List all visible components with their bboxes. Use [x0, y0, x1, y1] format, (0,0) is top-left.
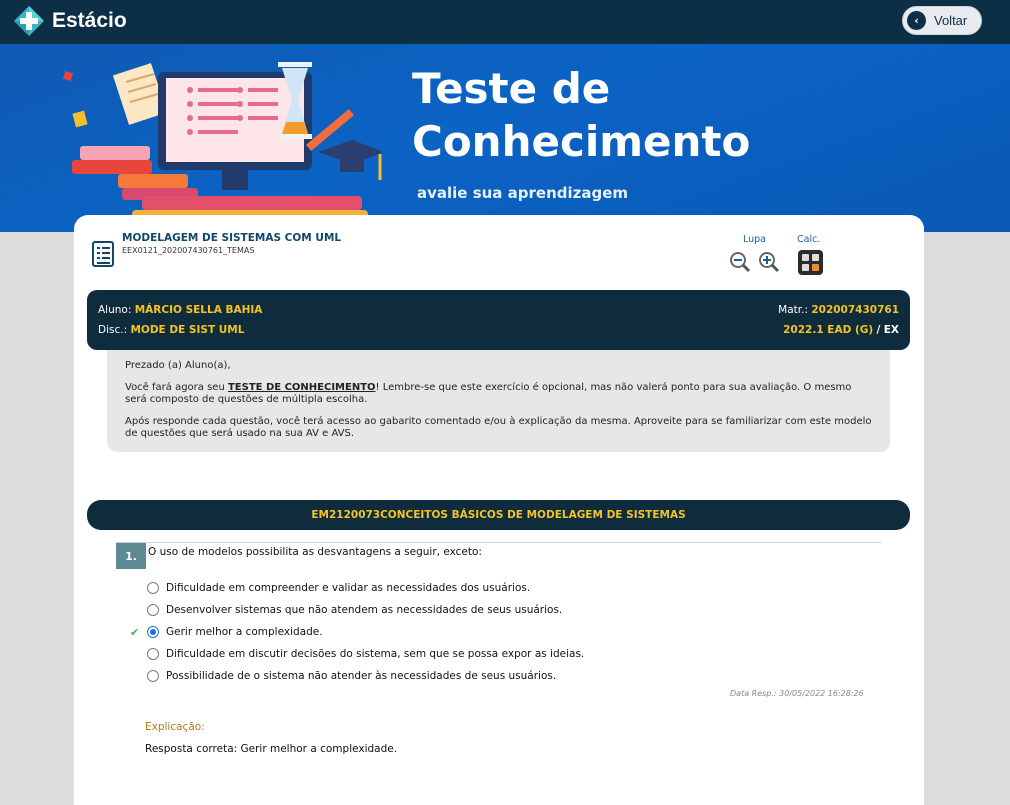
brand-logo[interactable]: Estácio	[13, 5, 127, 37]
option-label: Dificuldade em discutir decisões do sist…	[166, 648, 585, 660]
option-5[interactable]: Possibilidade de o sistema não atender à…	[130, 668, 690, 684]
matricula-row: Matr.: 202007430761	[778, 304, 899, 316]
brand-name: Estácio	[52, 9, 127, 32]
discipline-name: MODE DE SIST UML	[130, 324, 245, 336]
option-4[interactable]: Dificuldade em discutir decisões do sist…	[130, 646, 690, 662]
lupa-label: Lupa	[743, 234, 766, 245]
hero-title: Teste de Conhecimento	[412, 62, 750, 168]
discipline-row: Disc.: MODE DE SIST UML	[98, 324, 244, 336]
option-label: Desenvolver sistemas que não atendem as …	[166, 604, 563, 616]
radio-button[interactable]	[147, 582, 159, 594]
student-name-row: Aluno: MÁRCIO SELLA BAHIA	[98, 304, 262, 316]
course-code: EEX0121_202007430761_TEMAS	[122, 246, 255, 255]
back-button-label: Voltar	[934, 13, 968, 28]
notice-paragraph-1: Você fará agora seu TESTE DE CONHECIMENT…	[125, 382, 872, 406]
radio-button-selected[interactable]	[147, 626, 159, 638]
course-title: MODELAGEM DE SISTEMAS COM UML	[122, 232, 342, 244]
zoom-out-icon[interactable]	[729, 251, 751, 273]
option-label: Possibilidade de o sistema não atender à…	[166, 670, 557, 682]
calc-label: Calc.	[797, 234, 821, 245]
back-button[interactable]: ‹ Voltar	[902, 6, 982, 35]
calculator-icon[interactable]	[798, 250, 823, 275]
matricula-value: 202007430761	[811, 304, 899, 316]
student-info-bar: Aluno: MÁRCIO SELLA BAHIA Disc.: MODE DE…	[87, 290, 910, 350]
response-timestamp: Data Resp.: 30/05/2022 16:28:26	[730, 689, 864, 698]
top-bar: Estácio ‹ Voltar	[0, 0, 1010, 44]
notice-p1-start: Você fará agora seu	[125, 382, 228, 393]
notice-greeting: Prezado (a) Aluno(a),	[125, 360, 231, 371]
hero-subtitle: avalie sua aprendizagem	[417, 184, 629, 202]
zoom-in-icon[interactable]	[758, 251, 780, 273]
notice-box: Prezado (a) Aluno(a), Você fará agora se…	[107, 350, 890, 452]
period-value: 2022.1 EAD (G)	[783, 324, 874, 336]
option-label: Dificuldade em compreender e validar as …	[166, 582, 531, 594]
option-label: Gerir melhor a complexidade.	[166, 626, 323, 638]
main-card: MODELAGEM DE SISTEMAS COM UML EEX0121_20…	[74, 215, 924, 805]
option-3[interactable]: ✔ Gerir melhor a complexidade.	[130, 624, 690, 640]
option-1[interactable]: Dificuldade em compreender e validar as …	[130, 580, 690, 596]
exam-type: EX	[883, 324, 899, 336]
radio-button[interactable]	[147, 648, 159, 660]
notice-paragraph-2: Após responde cada questão, você terá ac…	[125, 416, 872, 439]
checkmark-icon: ✔	[130, 625, 140, 639]
period-separator: /	[876, 324, 881, 336]
document-list-icon	[92, 241, 114, 267]
period-row: 2022.1 EAD (G) / EX	[783, 324, 899, 336]
section-title: EM2120073CONCEITOS BÁSICOS DE MODELAGEM …	[87, 500, 910, 530]
radio-button[interactable]	[147, 604, 159, 616]
notice-keyword: TESTE DE CONHECIMENTO	[227, 382, 376, 393]
estacio-logo-icon	[14, 6, 44, 36]
disc-label: Disc.:	[98, 324, 128, 336]
question-divider	[116, 542, 881, 543]
aluno-label: Aluno:	[98, 304, 132, 316]
student-name: MÁRCIO SELLA BAHIA	[134, 304, 263, 316]
study-illustration	[62, 62, 382, 224]
question-number: 1.	[116, 543, 146, 569]
question-text: O uso de modelos possibilita as desvanta…	[148, 546, 482, 558]
hero-banner: Teste de Conhecimento avalie sua aprendi…	[0, 44, 1010, 232]
explanation-text: Resposta correta: Gerir melhor a complex…	[145, 743, 398, 755]
matr-label: Matr.:	[778, 304, 808, 316]
option-2[interactable]: Desenvolver sistemas que não atendem as …	[130, 602, 690, 618]
explanation-label: Explicação:	[145, 721, 205, 733]
chevron-left-icon: ‹	[907, 11, 926, 30]
hero-title-line1: Teste de	[412, 64, 611, 113]
radio-button[interactable]	[147, 670, 159, 682]
hero-title-line2: Conhecimento	[412, 117, 751, 166]
